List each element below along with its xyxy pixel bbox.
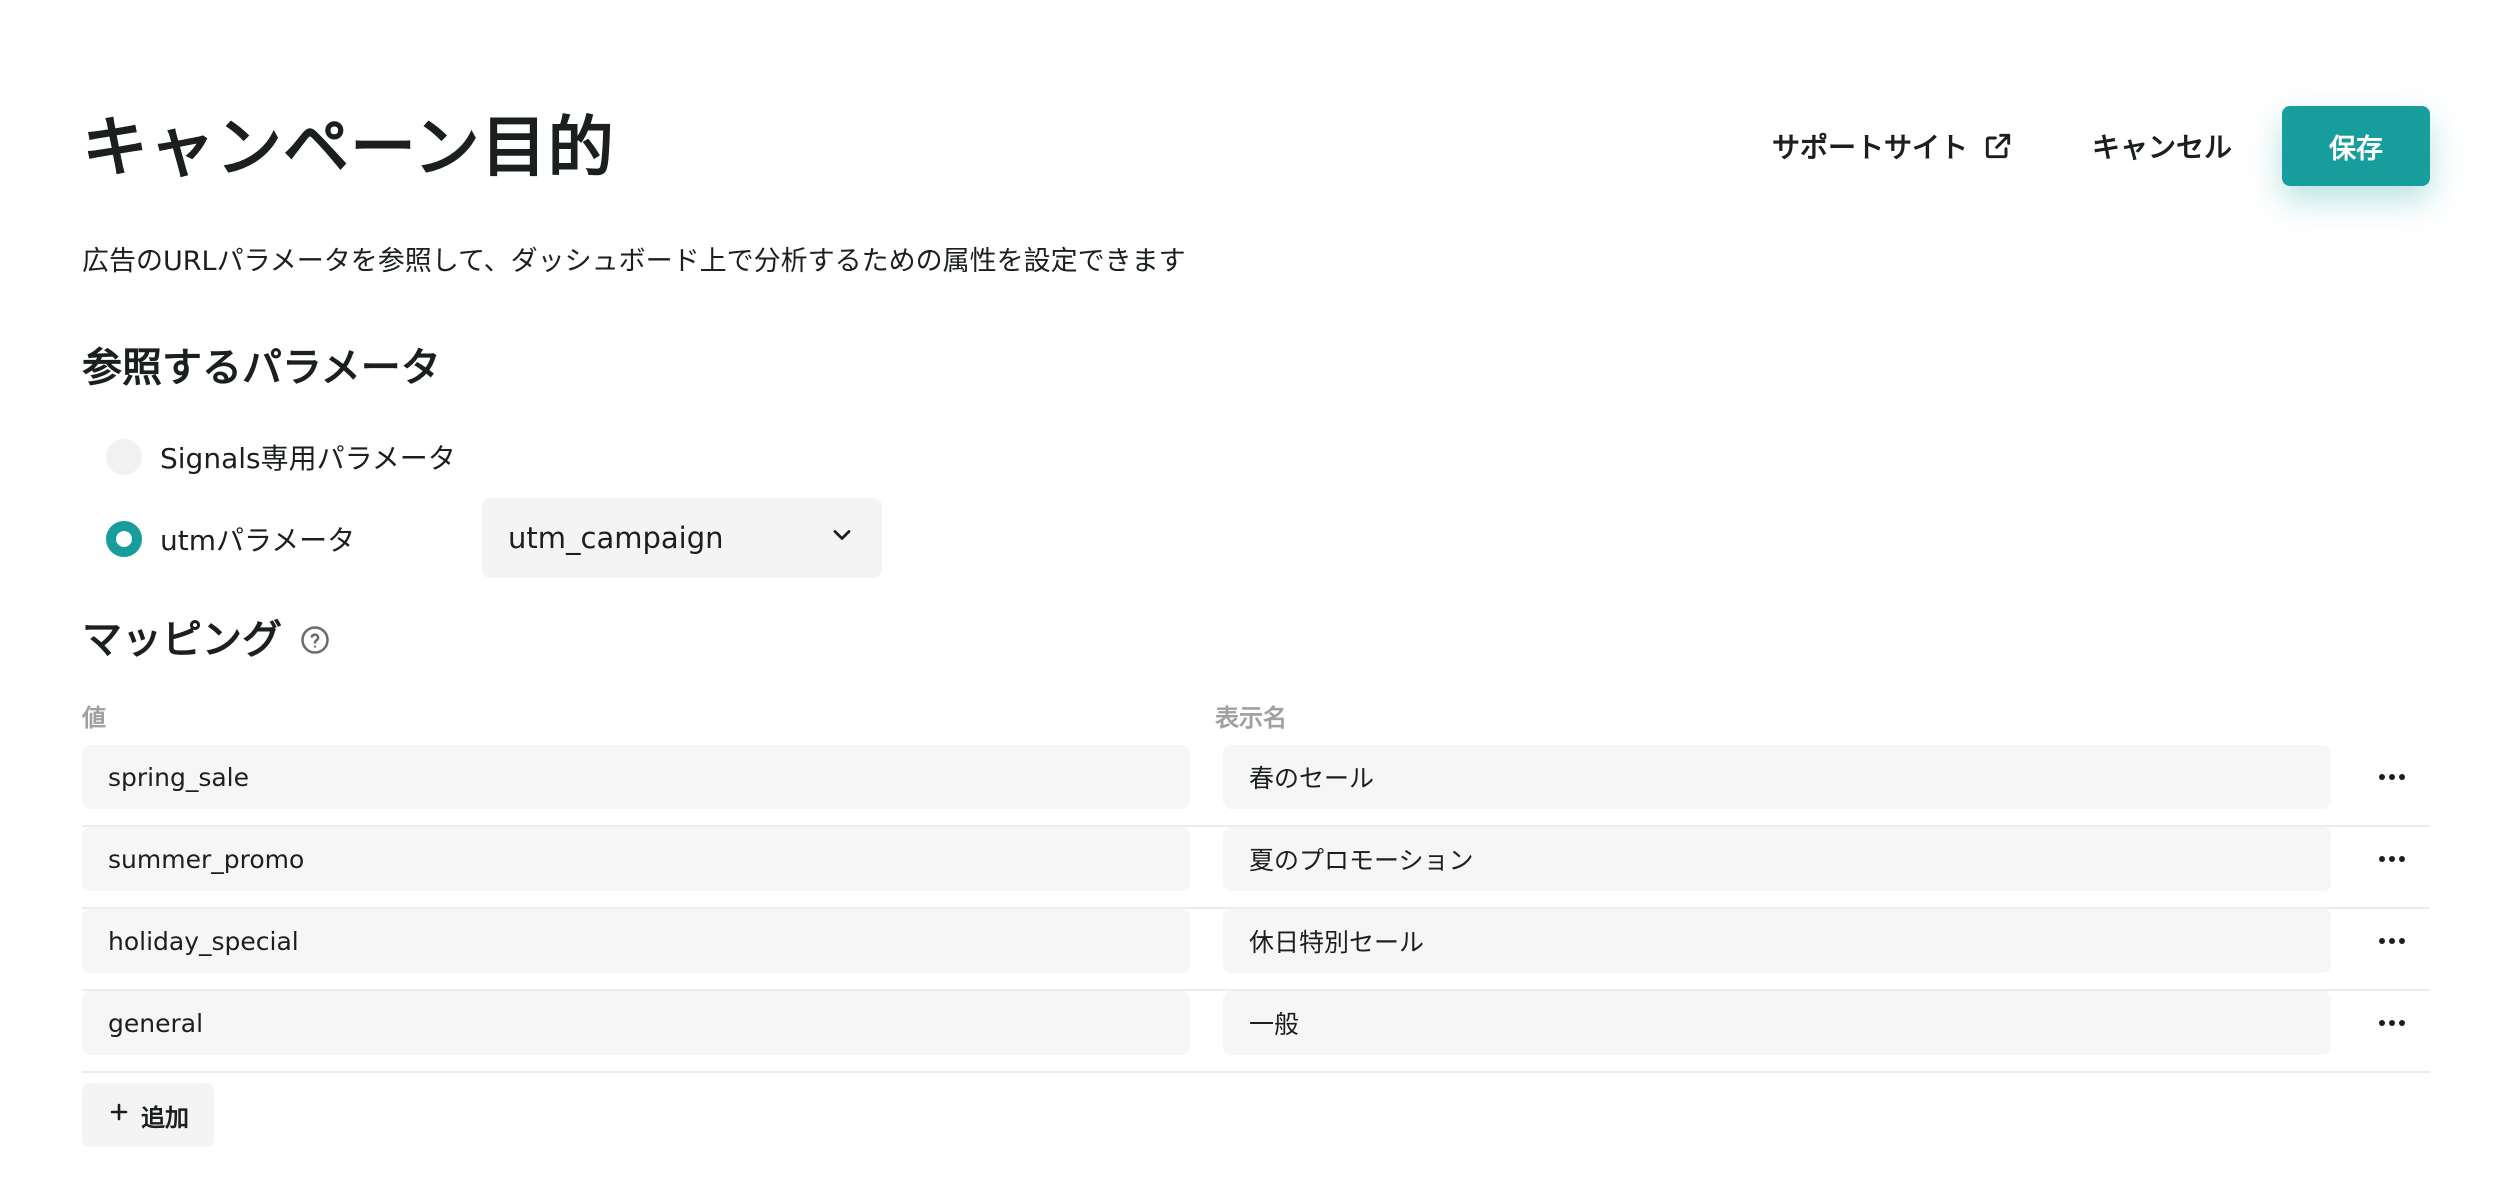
cancel-button[interactable]: キャンセル [2092, 126, 2232, 166]
add-button[interactable]: 追加 [82, 1083, 214, 1147]
utm-parameter-select[interactable]: utm_campaign [482, 498, 882, 578]
radio-label: utmパラメータ [160, 524, 356, 557]
more-options-icon[interactable] [2372, 839, 2412, 879]
mapping-section-header: マッピング [82, 612, 330, 668]
display-name-field[interactable]: 春のセール [1223, 745, 2331, 809]
mapping-row: general 一般 [82, 991, 2430, 1073]
mapping-row: holiday_special 休日特別セール [82, 909, 2430, 991]
plus-icon [107, 1100, 131, 1130]
value-field[interactable]: general [82, 991, 1190, 1055]
column-header-display-name: 表示名 [1215, 704, 1287, 732]
external-link-icon [1982, 130, 2014, 162]
value-field[interactable]: spring_sale [82, 745, 1190, 809]
display-name-field[interactable]: 一般 [1223, 991, 2331, 1055]
params-section-title: 参照するパラメータ [82, 345, 441, 391]
value-field[interactable]: summer_promo [82, 827, 1190, 891]
value-field[interactable]: holiday_special [82, 909, 1190, 973]
column-header-value: 値 [82, 704, 106, 732]
more-options-icon[interactable] [2372, 1003, 2412, 1043]
radio-option-utm[interactable]: utmパラメータ [106, 519, 355, 559]
page-description: 広告のURLパラメータを参照して、ダッシュボード上で分析するための属性を設定でき… [82, 246, 1186, 277]
select-value: utm_campaign [508, 521, 724, 555]
mapping-row: spring_sale 春のセール [82, 745, 2430, 827]
radio-button[interactable] [106, 439, 142, 475]
radio-label: Signals専用パラメータ [160, 442, 456, 475]
more-options-icon[interactable] [2372, 921, 2412, 961]
support-site-label: サポートサイト [1771, 131, 1968, 164]
header-actions: サポートサイト キャンセル 保存 [1772, 106, 2430, 186]
mapping-section-title: マッピング [82, 617, 282, 663]
more-options-icon[interactable] [2372, 757, 2412, 797]
support-site-link[interactable]: サポートサイト [1772, 126, 2014, 166]
help-icon[interactable] [300, 625, 330, 655]
add-label: 追加 [141, 1103, 189, 1132]
mapping-row: summer_promo 夏のプロモーション [82, 827, 2430, 909]
radio-option-signals[interactable]: Signals専用パラメータ [106, 437, 456, 477]
header: キャンペーン目的 サポートサイト キャンセル 保存 [82, 100, 2430, 196]
display-name-field[interactable]: 休日特別セール [1223, 909, 2331, 973]
page-title: キャンペーン目的 [82, 109, 615, 186]
save-button[interactable]: 保存 [2282, 106, 2430, 186]
chevron-down-icon [828, 521, 856, 556]
radio-button-selected[interactable] [106, 521, 142, 557]
display-name-field[interactable]: 夏のプロモーション [1223, 827, 2331, 891]
